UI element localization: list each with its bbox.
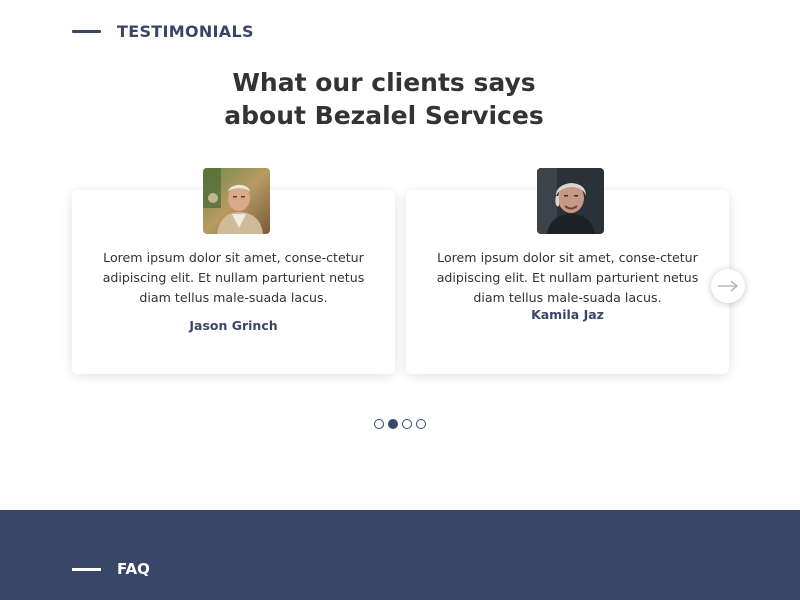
- faq-eyebrow: FAQ: [72, 560, 150, 578]
- page: TESTIMONIALS What our clients says about…: [0, 0, 800, 600]
- heading-line-2: about Bezalel Services: [224, 101, 544, 130]
- testimonial-author: Jason Grinch: [189, 318, 278, 333]
- avatar: [203, 168, 270, 234]
- eyebrow-dash: [72, 30, 101, 33]
- avatar: [537, 168, 604, 234]
- testimonials-eyebrow: TESTIMONIALS: [72, 22, 254, 41]
- heading-line-1: What our clients says: [232, 68, 536, 97]
- faq-label: FAQ: [117, 560, 150, 578]
- testimonials-heading: What our clients says about Bezalel Serv…: [0, 66, 768, 132]
- testimonial-card: Lorem ipsum dolor sit amet, conse-ctetur…: [72, 168, 395, 374]
- faq-section: FAQ: [0, 510, 800, 600]
- pagination-dot-4[interactable]: [416, 419, 426, 429]
- testimonial-author: Kamila Jaz: [531, 307, 604, 322]
- pagination-dot-2[interactable]: [388, 419, 398, 429]
- testimonials-label: TESTIMONIALS: [117, 22, 254, 41]
- testimonial-quote: Lorem ipsum dolor sit amet, conse-ctetur…: [102, 250, 365, 305]
- next-slide-button[interactable]: [711, 269, 745, 303]
- arrow-right-icon: [718, 280, 739, 292]
- testimonial-quote: Lorem ipsum dolor sit amet, conse-ctetur…: [436, 250, 699, 305]
- pagination-dot-1[interactable]: [374, 419, 384, 429]
- carousel-pagination: [374, 419, 426, 429]
- elderly-man-photo: [203, 168, 270, 234]
- pagination-dot-3[interactable]: [402, 419, 412, 429]
- elderly-woman-photo: [537, 168, 604, 234]
- eyebrow-dash: [72, 567, 101, 571]
- testimonial-card: Lorem ipsum dolor sit amet, conse-ctetur…: [406, 168, 729, 374]
